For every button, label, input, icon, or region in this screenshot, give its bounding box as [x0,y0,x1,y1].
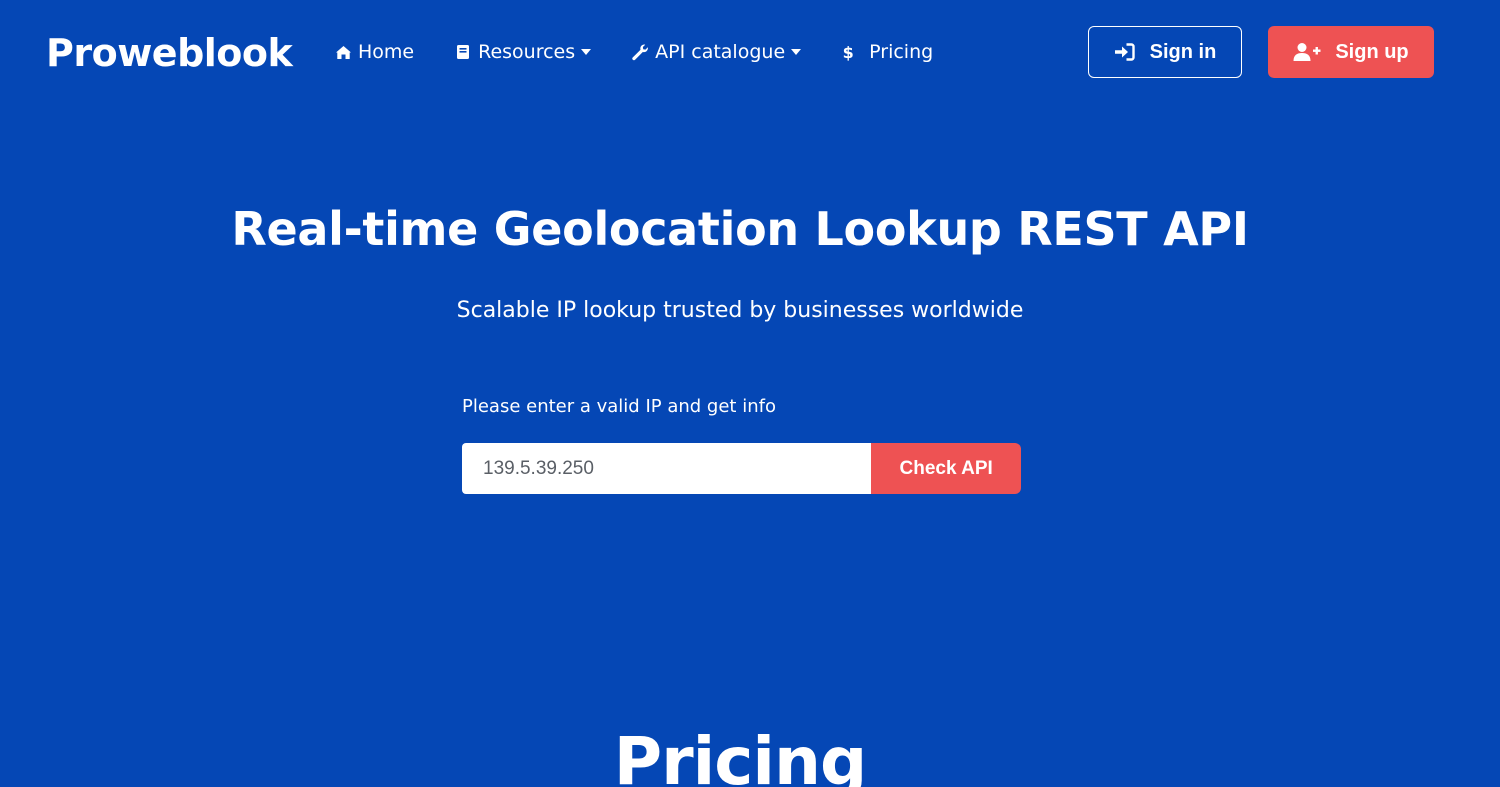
pricing-heading: Pricing [613,723,868,787]
chevron-down-icon [791,49,802,55]
sign-in-button[interactable]: Sign in [1088,26,1242,78]
chevron-down-icon [581,49,592,55]
top-navbar: Proweblook Home Resources API catalogue … [0,0,1500,104]
hero-title: Real-time Geolocation Lookup REST API [231,202,1249,256]
nav-api-catalogue-label: API catalogue [655,41,786,63]
sign-up-button[interactable]: Sign up [1268,26,1434,78]
ip-lookup-label: Please enter a valid IP and get info [462,396,776,417]
main-nav: Home Resources API catalogue $ Pricing [334,36,973,68]
nav-resources[interactable]: Resources [454,36,592,68]
nav-pricing[interactable]: $ Pricing [839,36,934,68]
nav-home[interactable]: Home [334,36,414,68]
nav-resources-label: Resources [478,41,576,63]
page: Proweblook Home Resources API catalogue … [0,0,1500,787]
sign-in-label: Sign in [1149,40,1217,63]
nav-api-catalogue[interactable]: API catalogue [631,36,802,68]
ip-lookup-form: Check API [462,443,1021,494]
home-icon [334,43,352,61]
brand-logo[interactable]: Proweblook [46,29,293,77]
ip-input[interactable] [462,443,872,494]
wrench-icon [631,43,649,61]
book-icon [454,43,472,61]
sign-in-icon [1114,42,1136,62]
user-plus-icon [1293,42,1321,62]
nav-home-label: Home [358,41,415,63]
nav-pricing-label: Pricing [869,41,934,63]
check-api-button[interactable]: Check API [871,443,1021,494]
sign-up-label: Sign up [1335,40,1409,63]
hero-subtitle: Scalable IP lookup trusted by businesses… [456,298,1024,323]
dollar-icon: $ [842,42,854,62]
